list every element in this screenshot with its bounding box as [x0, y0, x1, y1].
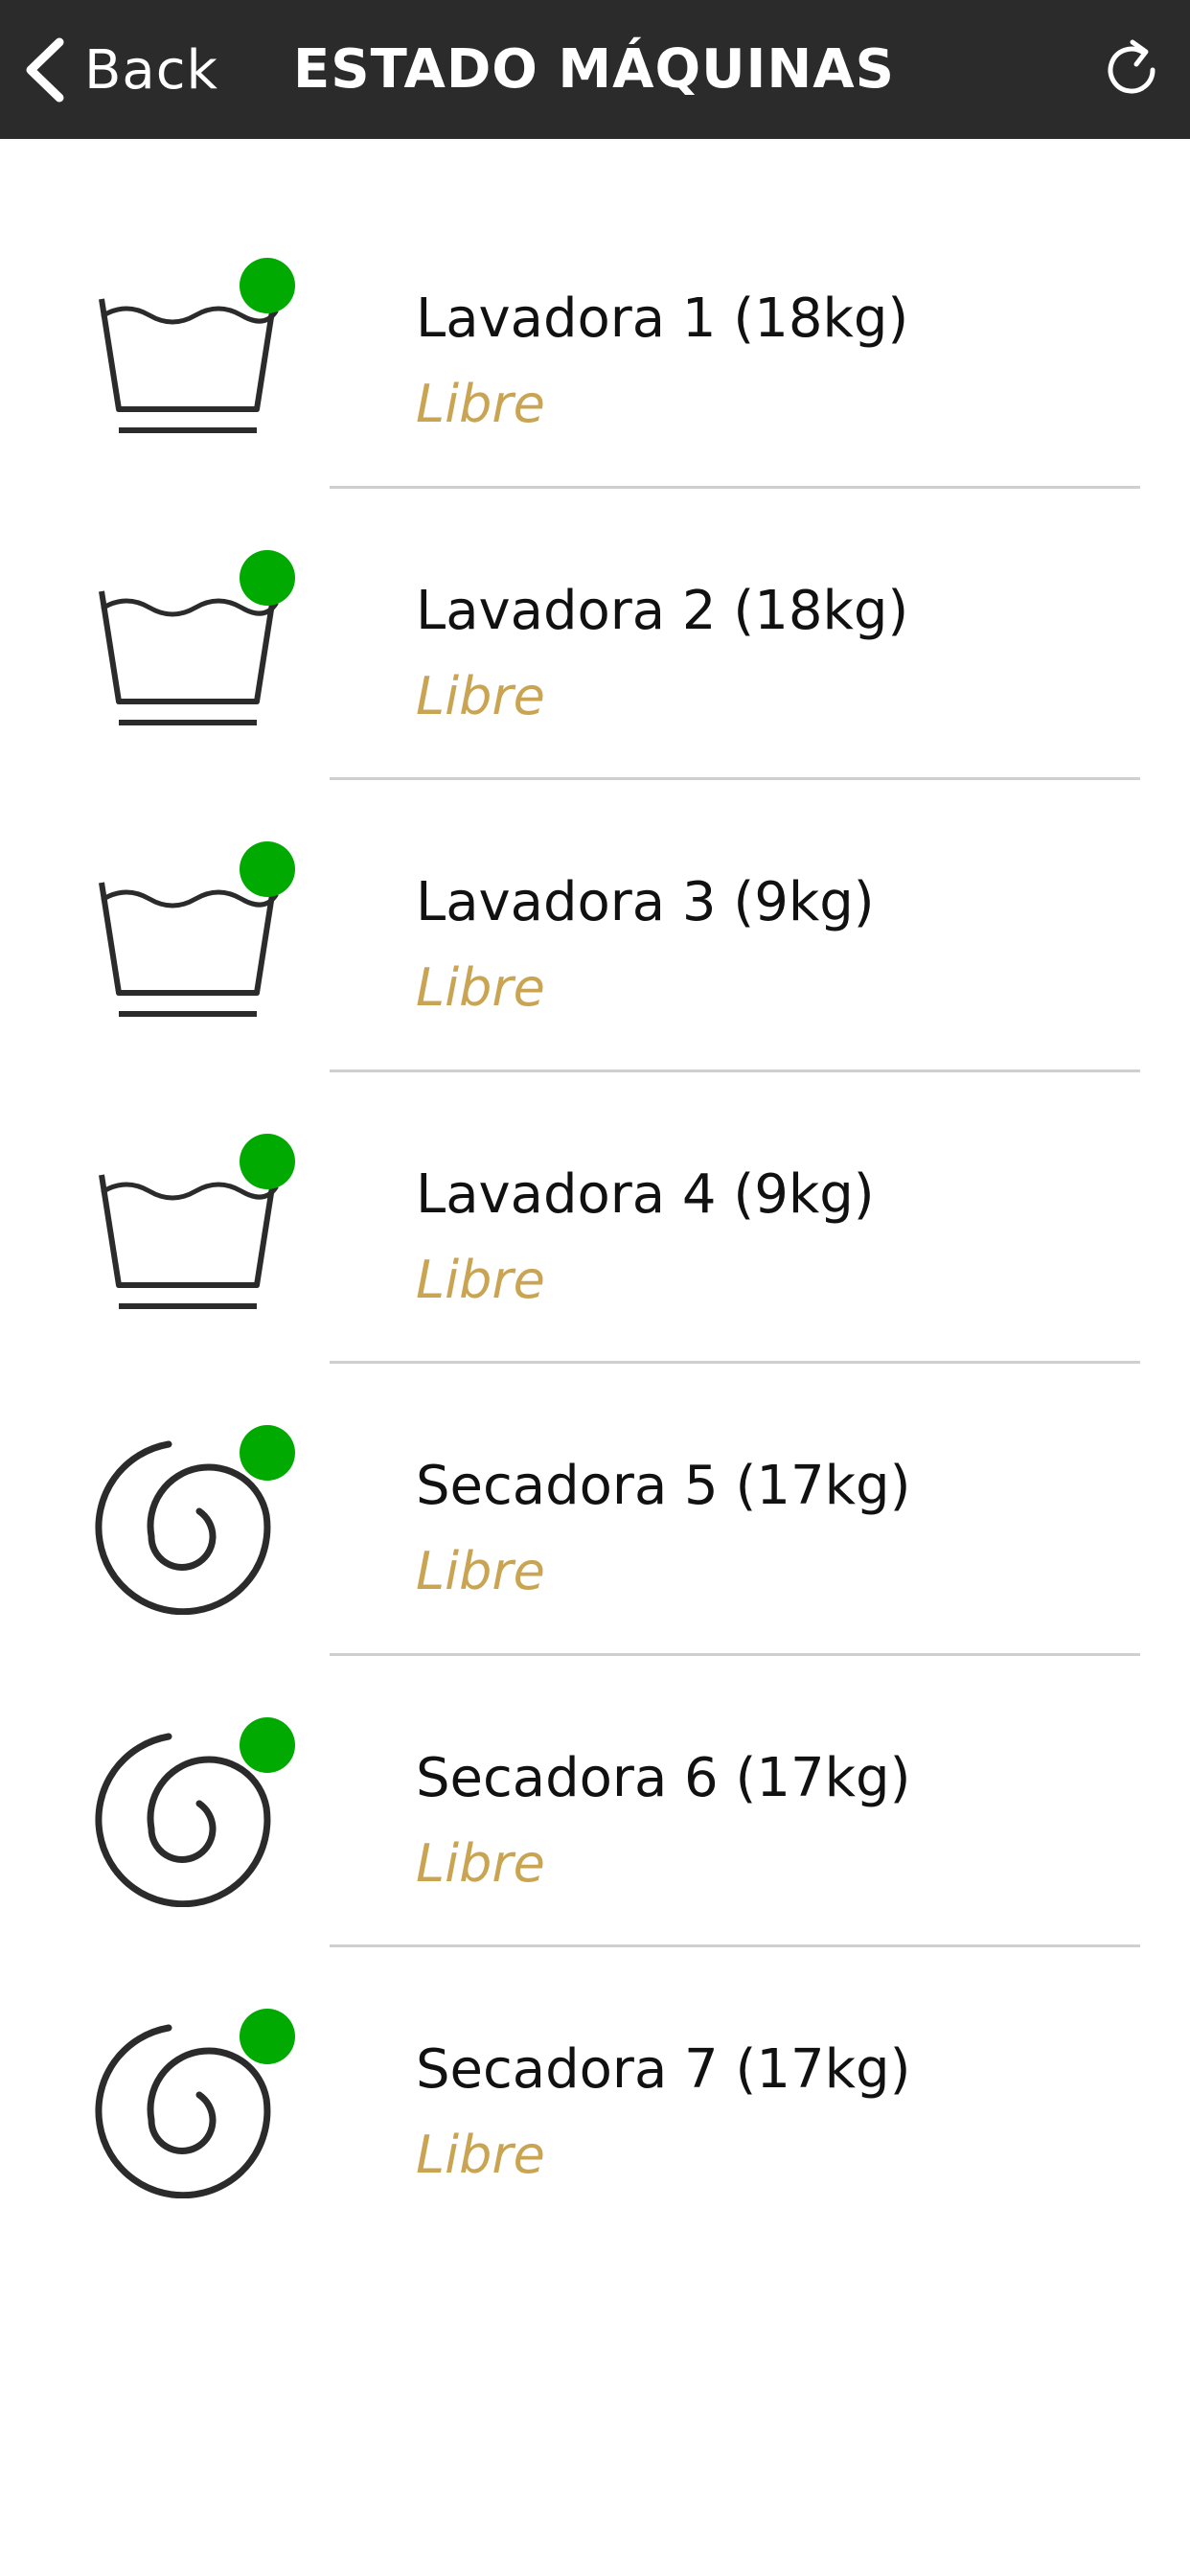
- refresh-button[interactable]: [1096, 34, 1167, 105]
- machine-status: Libre: [416, 1249, 545, 1310]
- back-label: Back: [84, 38, 218, 102]
- machine-name: Lavadora 1 (18kg): [416, 288, 909, 350]
- machine-status: Libre: [416, 1541, 545, 1601]
- status-dot: [240, 1133, 295, 1189]
- machine-name: Lavadora 3 (9kg): [416, 871, 875, 933]
- machine-row-4[interactable]: Lavadora 4 (9kg) Libre: [0, 1072, 1190, 1364]
- page-title-text: ESTADO MÁQUINAS: [293, 38, 895, 101]
- machine-status: Libre: [416, 665, 545, 726]
- machine-name: Secadora 7 (17kg): [416, 2038, 911, 2101]
- status-dot: [240, 549, 295, 606]
- machine-row-3[interactable]: Lavadora 3 (9kg) Libre: [0, 780, 1190, 1072]
- status-dot: [240, 841, 295, 897]
- status-dot: [240, 2009, 295, 2064]
- machine-row-1[interactable]: Lavadora 1 (18kg) Libre: [0, 196, 1190, 489]
- machine-row-7[interactable]: Secadora 7 (17kg) Libre: [0, 1947, 1190, 2240]
- machine-row-6[interactable]: Secadora 6 (17kg) Libre: [0, 1656, 1190, 1947]
- machine-name: Secadora 5 (17kg): [416, 1455, 911, 1517]
- machine-name: Secadora 6 (17kg): [416, 1746, 911, 1809]
- machine-name: Lavadora 4 (9kg): [416, 1162, 875, 1226]
- machine-status: Libre: [416, 957, 545, 1018]
- machine-row-2[interactable]: Lavadora 2 (18kg) Libre: [0, 489, 1190, 780]
- refresh-icon: [1108, 39, 1156, 94]
- status-dot: [240, 1425, 295, 1481]
- machine-status: Libre: [416, 374, 545, 434]
- top-nav-bar: Back ESTADO MÁQUINAS: [0, 0, 1190, 139]
- back-button[interactable]: Back: [23, 33, 218, 107]
- machine-status: Libre: [416, 2125, 545, 2185]
- machine-status: Libre: [416, 1832, 545, 1894]
- machine-row-5[interactable]: Secadora 5 (17kg) Libre: [0, 1364, 1190, 1656]
- machine-list: Lavadora 1 (18kg) Libre Lavadora 2 (18kg…: [0, 196, 1190, 2240]
- status-dot: [240, 1716, 295, 1773]
- machine-name: Lavadora 2 (18kg): [416, 579, 909, 642]
- status-dot: [240, 258, 295, 313]
- chevron-left-icon: [26, 37, 64, 103]
